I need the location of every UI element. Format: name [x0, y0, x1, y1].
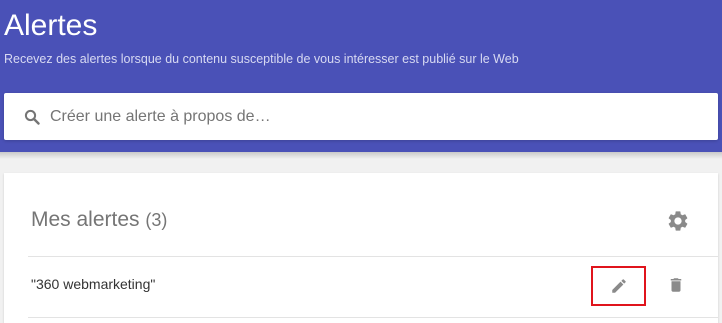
search-icon — [24, 109, 40, 125]
edit-alert-button[interactable] — [591, 266, 646, 306]
my-alerts-title: Mes alertes — [31, 208, 140, 231]
gear-icon[interactable] — [666, 209, 690, 233]
page-subtitle: Recevez des alertes lorsque du contenu s… — [4, 52, 519, 66]
alert-row: "360 webmarketing" — [4, 257, 718, 317]
divider — [28, 317, 718, 318]
my-alerts-heading: Mes alertes (3) — [31, 207, 167, 233]
search-bar[interactable] — [4, 93, 718, 140]
search-input[interactable] — [50, 103, 690, 130]
pencil-icon — [612, 279, 626, 293]
alert-count: (3) — [145, 210, 168, 230]
app-header: Alertes Recevez des alertes lorsque du c… — [0, 0, 722, 152]
my-alerts-card: Mes alertes (3) "360 webmarketing" — [4, 173, 718, 323]
header-shadow — [0, 152, 722, 159]
page-title: Alertes — [4, 9, 98, 42]
alert-query[interactable]: "360 webmarketing" — [31, 275, 155, 293]
trash-icon[interactable] — [667, 274, 685, 296]
